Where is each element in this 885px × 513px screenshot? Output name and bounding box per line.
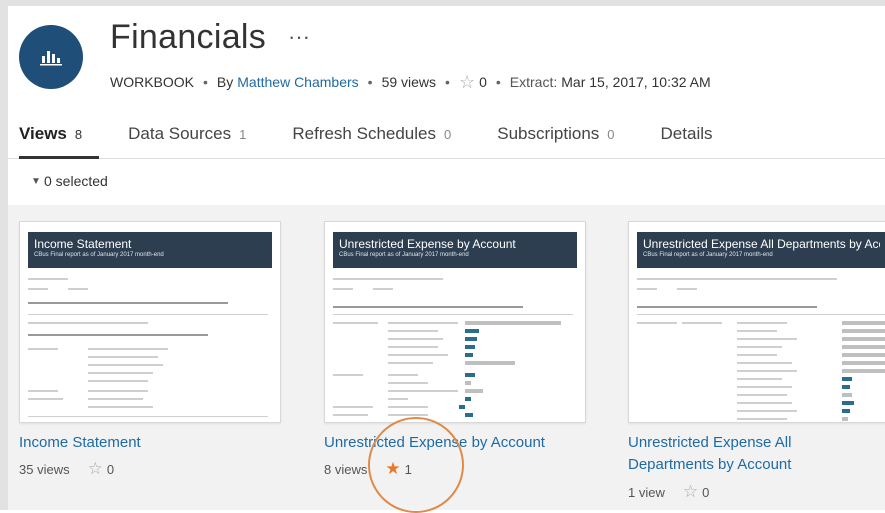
tab-views[interactable]: Views 8 <box>19 124 82 144</box>
tab-data-sources[interactable]: Data Sources 1 <box>128 124 246 144</box>
workbook-chart-icon <box>19 25 83 89</box>
tab-count: 0 <box>607 127 615 142</box>
owner-link[interactable]: Matthew Chambers <box>237 74 358 90</box>
selection-count[interactable]: 0 selected <box>44 173 108 189</box>
chevron-down-icon[interactable]: ▼ <box>31 176 41 187</box>
tab-bar: Views 8 Data Sources 1 Refresh Schedules 0 … <box>19 124 759 144</box>
tab-count: 8 <box>74 127 83 142</box>
tab-label: Views <box>19 124 67 143</box>
window-frame-top <box>0 0 885 6</box>
view-count: 59 views <box>381 74 437 90</box>
tab-details[interactable]: Details <box>661 124 713 144</box>
workbook-meta: WORKBOOK • By Matthew Chambers • 59 view… <box>110 73 711 91</box>
tab-subscriptions[interactable]: Subscriptions 0 <box>497 124 614 144</box>
separator-dot: • <box>367 74 373 90</box>
separator-dot: • <box>445 74 450 90</box>
view-stats: 35 views ☆ 0 <box>19 459 114 479</box>
tab-label: Data Sources <box>128 124 232 143</box>
extract-label: Extract: <box>509 74 558 90</box>
view-title-link[interactable]: Income Statement <box>19 432 279 454</box>
view-count: 8 views <box>324 461 368 477</box>
view-title-link[interactable]: Unrestricted Expense All Departments by … <box>628 432 848 476</box>
view-thumbnail-income-statement[interactable]: Income Statement CBus Final report as of… <box>19 221 281 423</box>
extract-date: Mar 15, 2017, 10:32 AM <box>561 74 711 90</box>
owner-prefix: By <box>216 74 234 90</box>
favorite-count: 0 <box>702 484 710 500</box>
thumbnail-title: Unrestricted Expense All Departments by … <box>643 237 880 251</box>
favorite-count: 0 <box>106 461 115 477</box>
thumbnail-title: Unrestricted Expense by Account <box>339 237 516 251</box>
tab-label: Refresh Schedules <box>292 124 436 143</box>
thumbnail-title: Income Statement <box>34 237 132 251</box>
view-thumbnail-unrestricted-expense-all-departments[interactable]: Unrestricted Expense All Departments by … <box>628 221 885 423</box>
favorite-count: 0 <box>479 74 487 90</box>
selection-bar: ▼ 0 selected <box>8 159 885 205</box>
tab-count: 1 <box>239 127 247 142</box>
window-frame-left <box>0 0 8 510</box>
page-title: Financials <box>110 18 267 56</box>
view-count: 1 view <box>628 484 665 500</box>
favorite-star-icon[interactable]: ☆ <box>88 459 103 479</box>
favorite-star-filled-icon[interactable]: ★ <box>385 459 400 479</box>
thumbnail-header: Unrestricted Expense by Account CBus Fin… <box>333 232 577 268</box>
content-type-label: WORKBOOK <box>110 74 195 90</box>
thumbnail-preview <box>28 274 272 417</box>
thumbnail-header: Unrestricted Expense All Departments by … <box>637 232 885 268</box>
thumbnail-subtitle: CBus Final report as of January 2017 mon… <box>339 252 469 258</box>
view-thumbnail-unrestricted-expense-by-account[interactable]: Unrestricted Expense by Account CBus Fin… <box>324 221 586 423</box>
more-actions-button[interactable]: ··· <box>288 24 310 50</box>
separator-dot: • <box>495 74 501 90</box>
thumbnail-preview <box>637 274 885 421</box>
thumbnail-header: Income Statement CBus Final report as of… <box>28 232 272 268</box>
thumbnail-subtitle: CBus Final report as of January 2017 mon… <box>643 252 773 258</box>
favorite-star-icon[interactable]: ☆ <box>683 482 698 502</box>
favorite-count: 1 <box>404 461 412 477</box>
thumbnail-preview <box>333 274 577 417</box>
view-count: 35 views <box>19 461 70 477</box>
favorite-star-icon[interactable]: ☆ <box>459 73 475 91</box>
tab-refresh-schedules[interactable]: Refresh Schedules 0 <box>292 124 451 144</box>
thumbnail-subtitle: CBus Final report as of January 2017 mon… <box>34 252 164 258</box>
tab-label: Details <box>660 124 713 143</box>
view-stats: 8 views ★ 1 <box>324 459 412 479</box>
view-title-link[interactable]: Unrestricted Expense by Account <box>324 432 594 454</box>
tab-count: 0 <box>444 127 452 142</box>
separator-dot: • <box>203 74 208 90</box>
tab-label: Subscriptions <box>497 124 600 143</box>
view-stats: 1 view ☆ 0 <box>628 482 709 502</box>
